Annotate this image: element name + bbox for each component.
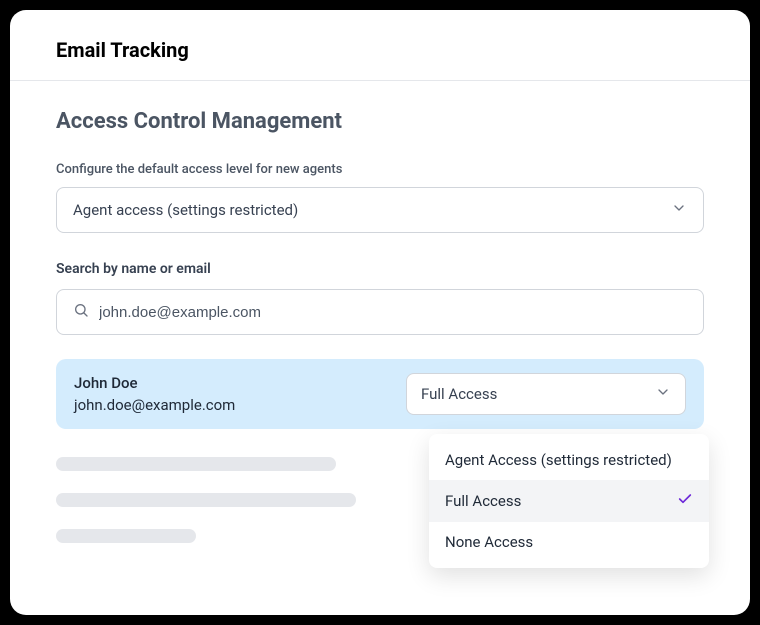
search-icon xyxy=(73,302,89,322)
skeleton-line xyxy=(56,529,196,543)
user-access-value: Full Access xyxy=(421,385,497,403)
chevron-down-icon xyxy=(655,384,671,404)
default-access-select[interactable]: Agent access (settings restricted) xyxy=(56,187,704,233)
dropdown-option-label: Full Access xyxy=(445,492,521,510)
search-input[interactable] xyxy=(99,304,687,321)
user-name: John Doe xyxy=(74,374,235,392)
dropdown-option-label: Agent Access (settings restricted) xyxy=(445,451,672,469)
skeleton-line xyxy=(56,493,356,507)
search-label: Search by name or email xyxy=(56,261,704,277)
default-access-value: Agent access (settings restricted) xyxy=(73,201,298,219)
chevron-down-icon xyxy=(671,200,687,220)
dropdown-option-label: None Access xyxy=(445,533,533,551)
page-title: Access Control Management xyxy=(56,109,704,134)
access-dropdown-menu: Agent Access (settings restricted) Full … xyxy=(429,434,709,568)
skeleton-line xyxy=(56,457,336,471)
default-access-label: Configure the default access level for n… xyxy=(56,162,704,177)
header: Email Tracking xyxy=(10,10,750,81)
user-info: John Doe john.doe@example.com xyxy=(74,374,235,414)
search-field[interactable] xyxy=(56,289,704,335)
app-title: Email Tracking xyxy=(56,38,704,62)
dropdown-option-none-access[interactable]: None Access xyxy=(429,522,709,562)
app-window: Email Tracking Access Control Management… xyxy=(10,10,750,615)
user-email: john.doe@example.com xyxy=(74,396,235,414)
user-row: John Doe john.doe@example.com Full Acces… xyxy=(56,359,704,429)
dropdown-option-agent-access[interactable]: Agent Access (settings restricted) xyxy=(429,440,709,480)
user-access-select[interactable]: Full Access xyxy=(406,373,686,415)
check-icon xyxy=(677,491,693,511)
dropdown-option-full-access[interactable]: Full Access xyxy=(429,480,709,522)
